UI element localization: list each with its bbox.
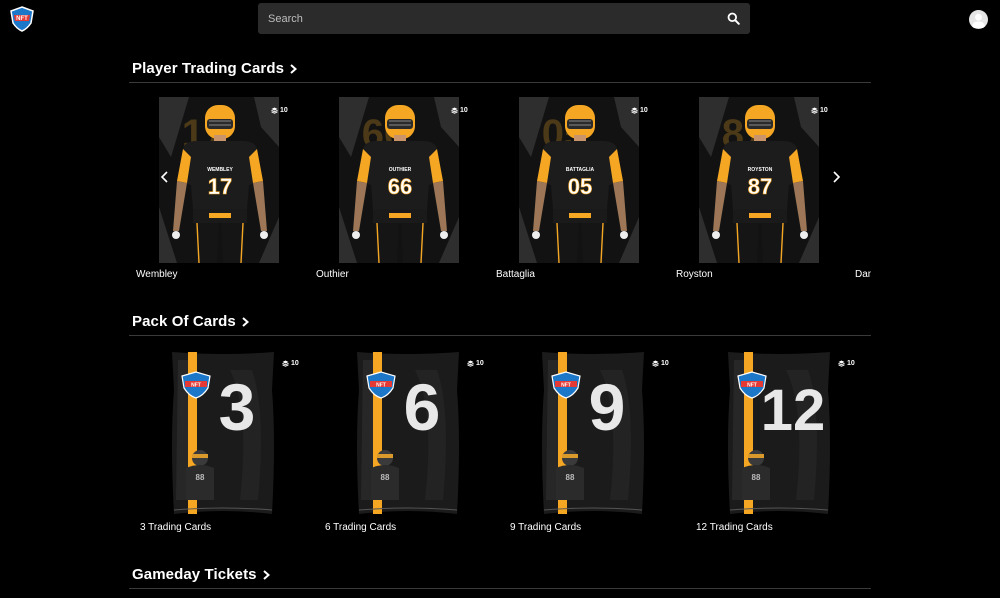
- player-card-name: Outhier: [316, 269, 349, 280]
- section-title-text: Gameday Tickets: [132, 566, 257, 583]
- pack-number: 9: [589, 370, 626, 444]
- pack-player-number: 88: [752, 473, 761, 482]
- supply-badge: 10: [451, 107, 468, 114]
- section-title-text: Pack Of Cards: [132, 313, 236, 330]
- chevron-right-icon: [290, 63, 298, 74]
- supply-badge: 10: [838, 360, 855, 367]
- supply-badge: 10: [652, 360, 669, 367]
- jersey-name: BATTAGLIA: [566, 167, 595, 173]
- carousel-next-button[interactable]: [829, 170, 843, 184]
- supply-count: 10: [280, 107, 288, 114]
- player-card-image: 87ROYSTON87: [699, 97, 819, 264]
- carousel-prev-button[interactable]: [158, 170, 172, 184]
- stack-icon: [631, 107, 638, 114]
- pack-card-name: 9 Trading Cards: [510, 522, 582, 533]
- chevron-right-icon: [262, 569, 270, 580]
- pack-logo-text: NFT: [747, 383, 757, 389]
- pack-logo-text: NFT: [191, 383, 201, 389]
- player-card-image: 17WEMBLEY17: [159, 97, 279, 264]
- pack-card-image: NFT 3 88: [172, 352, 274, 514]
- stack-icon: [652, 360, 659, 367]
- stack-icon: [811, 107, 818, 114]
- stack-icon: [271, 107, 278, 114]
- pack-player-number: 88: [381, 473, 390, 482]
- section-divider: [129, 588, 871, 589]
- supply-badge: 10: [282, 360, 299, 367]
- stack-icon: [467, 360, 474, 367]
- section-title-tickets[interactable]: Gameday Tickets: [132, 566, 271, 583]
- player-card-image: 66OUTHIER66: [339, 97, 459, 264]
- search-bar: [258, 3, 750, 34]
- jersey-number: 66: [388, 174, 412, 199]
- pack-logo-text: NFT: [561, 383, 571, 389]
- supply-count: 10: [291, 360, 299, 367]
- supply-count: 10: [460, 107, 468, 114]
- stack-icon: [451, 107, 458, 114]
- section-title-text: Player Trading Cards: [132, 60, 285, 77]
- section-title-player-cards[interactable]: Player Trading Cards: [132, 60, 298, 77]
- search-input[interactable]: [268, 3, 708, 34]
- section-title-packs[interactable]: Pack Of Cards: [132, 313, 250, 330]
- pack-number: 6: [404, 370, 441, 444]
- player-card-name: Royston: [676, 269, 713, 280]
- supply-count: 10: [661, 360, 669, 367]
- supply-badge: 10: [271, 107, 288, 114]
- player-cards-carousel: 17 WEMBLEY 17 10 Wembley 66 OUTHIER 66 10 Outhier…: [129, 97, 871, 287]
- pack-logo-text: NFT: [376, 383, 386, 389]
- user-avatar-icon[interactable]: [969, 10, 988, 29]
- pack-number: 3: [219, 370, 256, 444]
- jersey-number: 05: [568, 174, 592, 199]
- pack-player-number: 88: [566, 473, 575, 482]
- supply-badge: 10: [811, 107, 828, 114]
- supply-badge: 10: [631, 107, 648, 114]
- pack-card-name: 6 Trading Cards: [325, 522, 397, 533]
- pack-number: 12: [761, 378, 826, 443]
- stack-icon: [282, 360, 289, 367]
- pack-cards-carousel: NFT 3 88 10 3 Trading Cards NFT 6 88 10 6 Trading…: [129, 350, 871, 540]
- pack-card-name: 12 Trading Cards: [696, 522, 773, 533]
- jersey-name: OUTHIER: [389, 167, 412, 173]
- logo-text: NFT: [16, 16, 28, 22]
- supply-count: 10: [847, 360, 855, 367]
- chevron-right-icon: [242, 316, 249, 327]
- supply-badge: 10: [467, 360, 484, 367]
- player-card-name: Wembley: [136, 269, 178, 280]
- nft-logo[interactable]: NFT: [9, 6, 35, 32]
- player-card-name: Battaglia: [496, 269, 535, 280]
- jersey-number: 17: [208, 174, 232, 199]
- jersey-name: ROYSTON: [748, 167, 773, 173]
- jersey-name: WEMBLEY: [207, 167, 233, 173]
- player-card-image: 05BATTAGLIA05: [519, 97, 639, 264]
- supply-count: 10: [640, 107, 648, 114]
- pack-card-image: NFT 6 88: [357, 352, 459, 514]
- player-card-name: Dan: [855, 269, 871, 280]
- pack-player-number: 88: [196, 473, 205, 482]
- pack-card-image: NFT 9 88: [542, 352, 644, 514]
- section-divider: [129, 82, 871, 83]
- stack-icon: [838, 360, 845, 367]
- search-icon[interactable]: [727, 12, 740, 25]
- jersey-number: 87: [748, 174, 772, 199]
- supply-count: 10: [476, 360, 484, 367]
- section-divider: [129, 335, 871, 336]
- pack-card-name: 3 Trading Cards: [140, 522, 212, 533]
- pack-card-image: NFT 12 88: [728, 352, 830, 514]
- supply-count: 10: [820, 107, 828, 114]
